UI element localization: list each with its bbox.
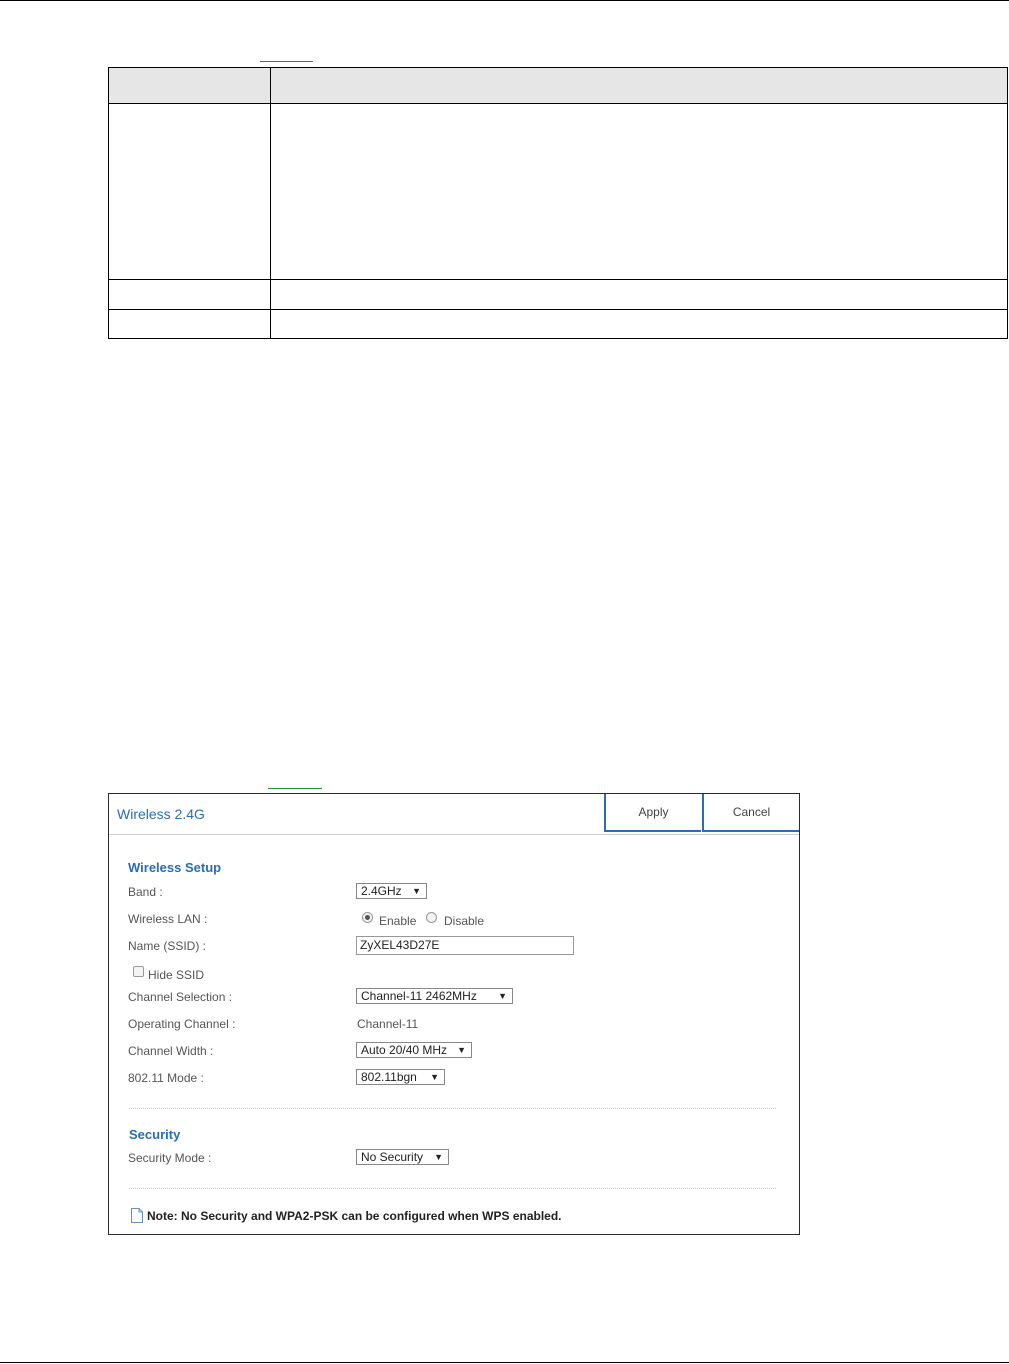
channel-selection-value: Channel-11 2462MHz [361,989,477,1003]
cross-reference-link[interactable] [268,788,322,789]
wireless-settings-panel: Wireless 2.4G Apply Cancel Wireless Setu… [108,793,800,1235]
section-divider [129,1108,776,1109]
wireless-lan-disable-radio[interactable] [426,912,437,923]
ssid-input[interactable]: ZyXEL43D27E [356,936,574,955]
page-top-rule [0,0,1009,1]
page-bottom-rule [0,1362,1009,1363]
header-divider [109,834,799,835]
mode-select[interactable]: 802.11bgn ▼ [356,1069,445,1085]
ssid-label: Name (SSID) : [128,939,207,953]
apply-button[interactable]: Apply [604,794,701,832]
table-row-divider [109,279,1007,280]
channel-selection-label: Channel Selection : [128,990,233,1004]
panel-title: Wireless 2.4G [117,806,205,822]
channel-width-value: Auto 20/40 MHz [361,1043,448,1057]
channel-selection-select[interactable]: Channel-11 2462MHz ▼ [356,988,513,1004]
table-column-divider [270,68,271,338]
table-header-row [109,68,1007,104]
mode-value: 802.11bgn [361,1070,417,1084]
chevron-down-icon: ▼ [498,991,507,1001]
note-icon [131,1208,143,1223]
band-select[interactable]: 2.4GHz ▼ [356,883,427,899]
security-mode-value: No Security [361,1150,424,1164]
operating-channel-label: Operating Channel : [128,1017,236,1031]
wireless-lan-label: Wireless LAN : [128,912,208,926]
enable-radio-label: Enable [379,914,417,928]
band-label: Band : [128,885,163,899]
security-heading: Security [129,1127,181,1142]
table-row-divider [109,309,1007,310]
chevron-down-icon: ▼ [430,1072,439,1082]
band-select-value: 2.4GHz [361,884,402,898]
description-table [108,67,1008,339]
chevron-down-icon: ▼ [434,1152,443,1162]
channel-width-label: Channel Width : [128,1044,214,1058]
note-text: Note: No Security and WPA2-PSK can be co… [147,1209,562,1223]
security-mode-select[interactable]: No Security ▼ [356,1149,449,1165]
disable-radio-label: Disable [444,914,485,928]
channel-width-select[interactable]: Auto 20/40 MHz ▼ [356,1042,472,1058]
chevron-down-icon: ▼ [457,1045,466,1055]
cross-reference-link[interactable] [260,61,313,62]
mode-label: 802.11 Mode : [128,1071,204,1085]
security-mode-label: Security Mode : [128,1151,212,1165]
operating-channel-value: Channel-11 [357,1017,419,1031]
hide-ssid-checkbox[interactable] [133,966,144,977]
chevron-down-icon: ▼ [412,886,421,896]
wireless-setup-heading: Wireless Setup [128,860,222,875]
wireless-lan-enable-radio[interactable] [362,912,373,923]
hide-ssid-label: Hide SSID [148,968,205,982]
section-divider [129,1188,776,1189]
cancel-button[interactable]: Cancel [702,794,799,832]
